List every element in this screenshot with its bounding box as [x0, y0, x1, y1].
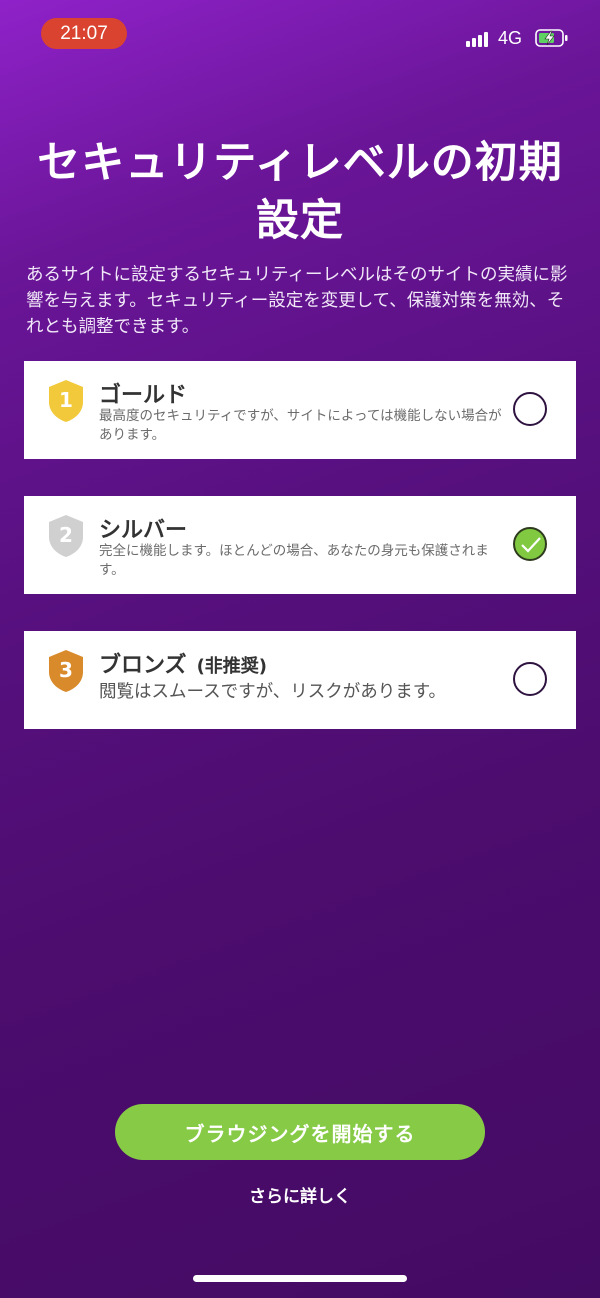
- security-option-bronze[interactable]: 3 ブロンズ (非推奨) 閲覧はスムースですが、リスクがあります。: [24, 631, 576, 729]
- option-number: 1: [59, 388, 73, 412]
- option-number: 2: [59, 523, 73, 547]
- shield-icon: 1: [48, 379, 84, 423]
- security-option-gold[interactable]: 1 ゴールド 最高度のセキュリティですが、サイトによっては機能しない場合がありま…: [24, 361, 576, 459]
- learn-more-link[interactable]: さらに詳しく: [0, 1182, 600, 1207]
- checkmark-icon: [521, 537, 541, 553]
- page-description: あるサイトに設定するセキュリティーレベルはそのサイトの実績に影響を与えます。セキ…: [26, 265, 568, 337]
- option-title: シルバー: [99, 518, 188, 543]
- radio-button-gold[interactable]: [513, 392, 547, 426]
- option-title: ゴールド: [99, 383, 188, 408]
- shield-icon: 2: [48, 514, 84, 558]
- network-type: 4G: [498, 28, 523, 48]
- option-description: 最高度のセキュリティですが、サイトによっては機能しない場合があります。: [99, 408, 502, 443]
- option-subtitle: (非推奨): [196, 656, 268, 677]
- option-title: ブロンズ (非推奨): [99, 653, 268, 678]
- home-indicator[interactable]: [193, 1275, 407, 1282]
- status-time: 21:07: [41, 18, 127, 49]
- battery-charging-icon: [535, 29, 568, 47]
- signal-icon: [466, 31, 492, 47]
- page-title: セキュリティレベルの初期設定: [37, 138, 563, 246]
- radio-button-bronze[interactable]: [513, 662, 547, 696]
- option-number: 3: [59, 658, 73, 682]
- option-description: 閲覧はスムースですが、リスクがあります。: [99, 682, 447, 702]
- radio-button-silver[interactable]: [513, 527, 547, 561]
- shield-icon: 3: [48, 649, 84, 693]
- start-browsing-button[interactable]: ブラウジングを開始する: [115, 1104, 485, 1160]
- security-option-silver[interactable]: 2 シルバー 完全に機能します。ほとんどの場合、あなたの身元も保護されます。: [24, 496, 576, 594]
- status-bar: 21:07 4G: [0, 0, 600, 60]
- option-description: 完全に機能します。ほとんどの場合、あなたの身元も保護されます。: [99, 543, 489, 578]
